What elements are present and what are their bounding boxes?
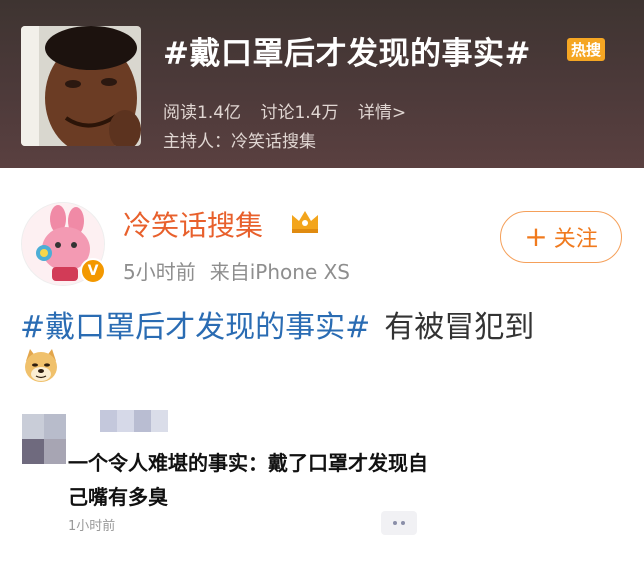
post-time: 5小时前 — [123, 260, 196, 284]
topic-stats: 阅读1.4亿 讨论1.4万 详情> — [163, 98, 420, 123]
post-meta: 5小时前 来自iPhone XS — [123, 256, 350, 285]
read-count: 阅读1.4亿 — [163, 103, 242, 123]
crown-icon — [292, 211, 318, 233]
follow-button[interactable]: + 关注 — [500, 211, 622, 263]
doge-emoji-icon — [25, 349, 57, 382]
more-icon[interactable] — [381, 511, 417, 535]
comment-text: 一个令人难堪的事实：戴了口罩才发现自己嘴有多臭 — [68, 451, 428, 509]
discussion-count: 讨论1.4万 — [260, 103, 339, 123]
comment-time: 1小时前 — [68, 519, 116, 534]
topic-header: #戴口罩后才发现的事实# 热搜 阅读1.4亿 讨论1.4万 详情> 主持人：冷笑… — [0, 0, 644, 168]
post-body: #戴口罩后才发现的事实# 有被冒犯到 — [20, 302, 534, 346]
post-source: 来自iPhone XS — [209, 260, 350, 284]
smiling-man-avatar-icon — [21, 26, 141, 146]
blurred-avatar — [22, 414, 66, 464]
topic-host[interactable]: 主持人：冷笑话搜集 — [163, 127, 316, 152]
details-link[interactable]: 详情> — [358, 103, 406, 123]
hot-badge: 热搜 — [567, 38, 606, 61]
post-text: 有被冒犯到 — [384, 310, 535, 345]
follow-label: 关注 — [553, 227, 598, 252]
verified-badge: V — [80, 258, 106, 284]
topic-title: #戴口罩后才发现的事实# — [163, 36, 531, 72]
plus-icon: + — [524, 220, 548, 253]
topic-avatar[interactable] — [21, 26, 141, 146]
post-hashtag[interactable]: #戴口罩后才发现的事实# — [20, 310, 370, 345]
blurred-username — [100, 410, 168, 432]
author-name[interactable]: 冷笑话搜集 — [123, 204, 263, 244]
